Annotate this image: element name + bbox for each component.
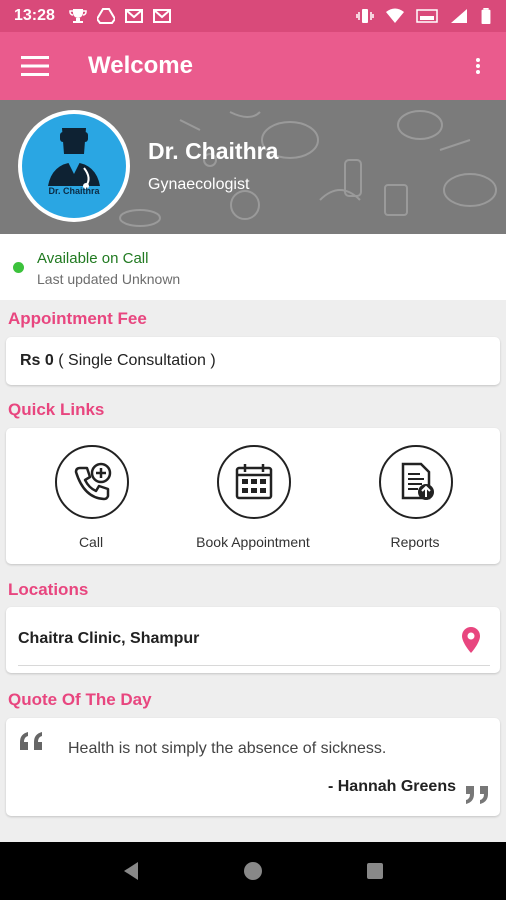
location-name: Chaitra Clinic, Shampur bbox=[18, 630, 200, 647]
fee-amount: Rs 0 bbox=[20, 352, 54, 369]
trophy-icon bbox=[69, 9, 87, 23]
system-nav-bar bbox=[0, 842, 506, 900]
more-vert-icon[interactable] bbox=[450, 32, 506, 100]
divider bbox=[18, 665, 490, 666]
quick-link-book-appointment[interactable]: Book Appointment bbox=[173, 428, 333, 564]
gmail-icon bbox=[124, 9, 143, 23]
report-upload-icon bbox=[379, 445, 453, 519]
recents-icon[interactable] bbox=[364, 860, 386, 882]
doctor-name: Dr. Chaithra bbox=[148, 138, 279, 164]
doctor-avatar: Dr. Chaithra bbox=[18, 110, 130, 222]
gmail-icon bbox=[152, 9, 171, 23]
availability-panel: Available on Call Last updated Unknown bbox=[0, 234, 506, 300]
status-indicator-dot bbox=[13, 262, 24, 273]
fee-text: Rs 0 ( Single Consultation ) bbox=[20, 352, 216, 370]
status-bar: 13:28 bbox=[0, 0, 506, 32]
last-updated-text: Last updated Unknown bbox=[37, 271, 181, 287]
drive-icon bbox=[96, 8, 115, 24]
quick-links-card: Call Book Appointment Reports bbox=[6, 428, 500, 564]
quick-link-label: Book Appointment bbox=[196, 534, 310, 550]
appointment-fee-card: Rs 0 ( Single Consultation ) bbox=[6, 337, 500, 385]
location-card[interactable]: Chaitra Clinic, Shampur bbox=[6, 607, 500, 673]
quote-author: - Hannah Greens bbox=[327, 778, 456, 795]
hamburger-menu-icon[interactable] bbox=[0, 32, 70, 100]
notification-icons bbox=[69, 8, 171, 24]
app-bar: Welcome bbox=[0, 32, 506, 100]
signal-icon bbox=[451, 9, 467, 23]
doctor-illustration bbox=[48, 128, 100, 189]
quote-card: Health is not simply the absence of sick… bbox=[6, 718, 500, 816]
doctor-specialty: Gynaecologist bbox=[148, 176, 250, 193]
quick-link-label: Reports bbox=[390, 534, 440, 550]
wifi-icon bbox=[386, 8, 404, 23]
back-icon[interactable] bbox=[120, 860, 142, 882]
appointment-fee-heading: Appointment Fee bbox=[8, 309, 147, 328]
quick-link-reports[interactable]: Reports bbox=[335, 428, 495, 564]
doctor-profile-header: Dr. Chaithra Dr. Chaithra Gynaecologist bbox=[0, 100, 506, 234]
quote-heading: Quote Of The Day bbox=[8, 690, 152, 709]
battery-icon bbox=[481, 8, 491, 24]
quote-text: Health is not simply the absence of sick… bbox=[68, 740, 387, 757]
location-pin-icon[interactable] bbox=[460, 626, 482, 654]
quote-close-icon bbox=[466, 786, 488, 804]
home-icon[interactable] bbox=[242, 860, 264, 882]
locations-heading: Locations bbox=[8, 580, 89, 599]
phone-add-icon bbox=[55, 445, 129, 519]
quick-link-label: Call bbox=[78, 534, 104, 550]
quick-link-call[interactable]: Call bbox=[11, 428, 171, 564]
quick-links-heading: Quick Links bbox=[8, 400, 105, 419]
volte-icon bbox=[416, 9, 438, 23]
fee-detail: ( Single Consultation ) bbox=[53, 352, 216, 369]
quote-open-icon bbox=[20, 732, 42, 750]
system-icons bbox=[356, 8, 492, 24]
page-title: Welcome bbox=[88, 52, 193, 79]
availability-status: Available on Call bbox=[37, 250, 149, 267]
vibrate-icon bbox=[356, 9, 374, 23]
calendar-icon bbox=[217, 445, 291, 519]
status-time: 13:28 bbox=[14, 7, 55, 24]
avatar-caption: Dr. Chaithra bbox=[48, 186, 100, 196]
